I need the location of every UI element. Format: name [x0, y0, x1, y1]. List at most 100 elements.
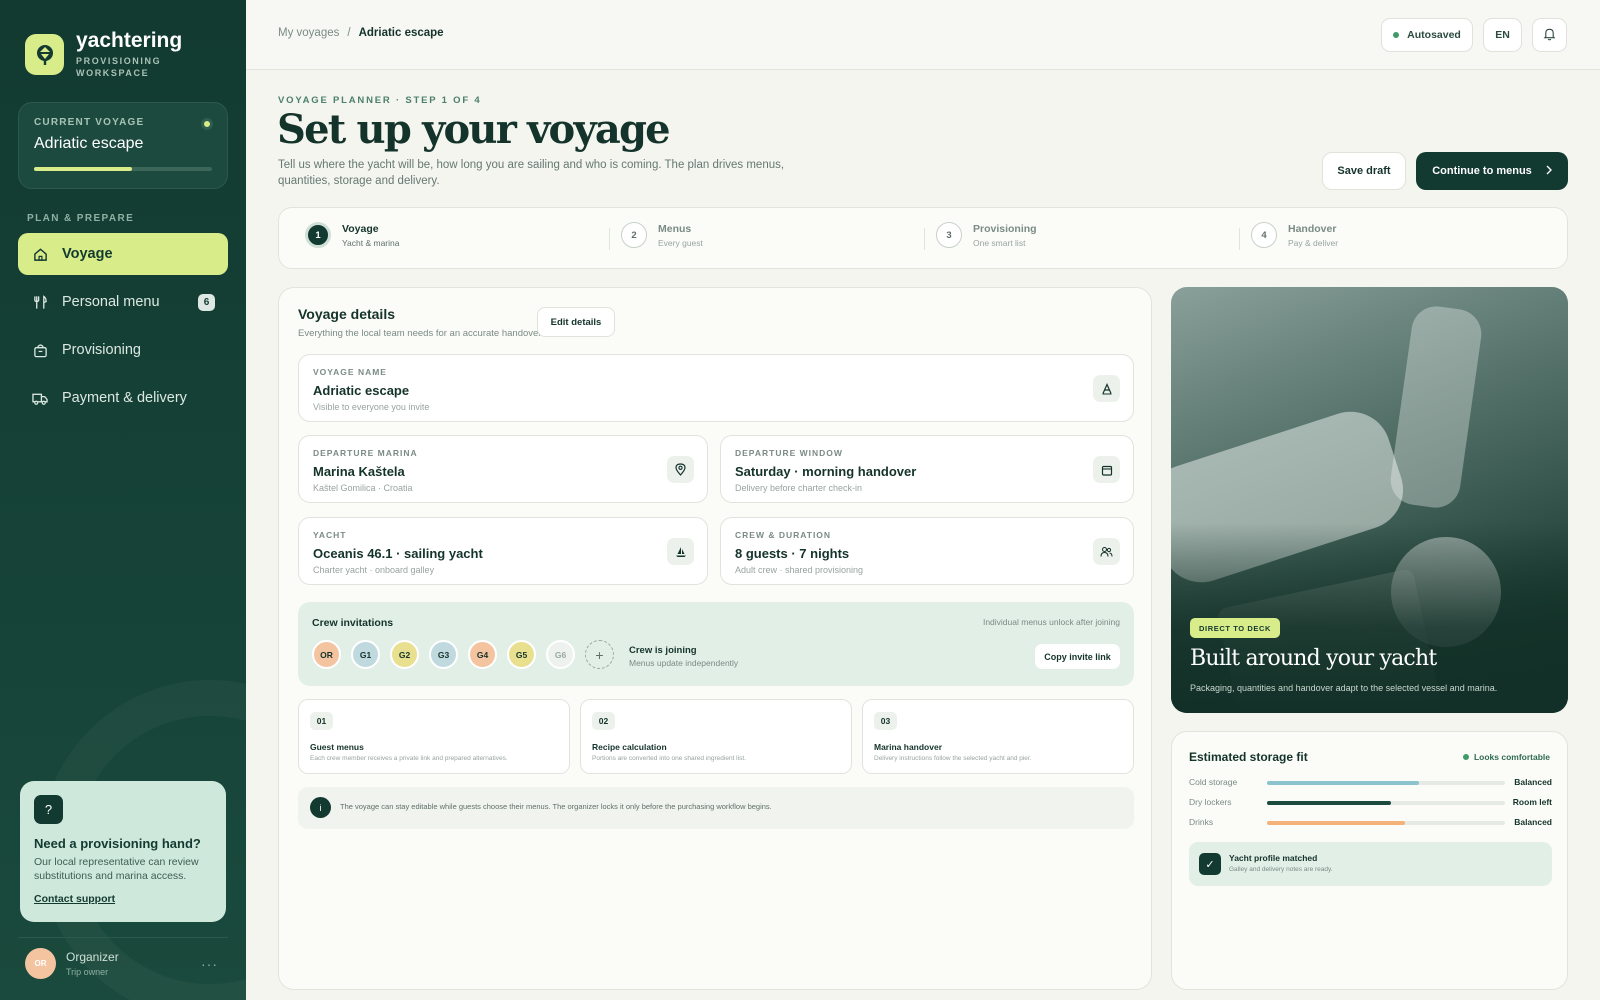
help-title: Need a provisioning hand?	[34, 836, 201, 851]
step-handover[interactable]: 4 Handover Pay & deliver	[1251, 222, 1338, 248]
step-progress: 1 Voyage Yacht & marina 2 Menus Every gues…	[278, 207, 1568, 269]
storage-bar-fill	[1267, 801, 1391, 805]
current-voyage-name: Adriatic escape	[34, 135, 144, 152]
chevron-right-icon	[1546, 165, 1552, 178]
step-voyage[interactable]: 1 Voyage Yacht & marina	[305, 222, 399, 248]
storage-bar	[1267, 821, 1505, 825]
crew-avatar-g4[interactable]: G4	[468, 640, 497, 669]
departure-window-field[interactable]: DEPARTURE WINDOW Saturday · morning hand…	[720, 435, 1134, 503]
feature-number: 02	[592, 712, 615, 730]
breadcrumb-item-my-voyages[interactable]: My voyages	[278, 27, 339, 39]
crew-joining-title: Crew is joining	[629, 645, 697, 656]
autosaved-status: Autosaved	[1381, 18, 1473, 52]
autosave-dot-icon	[1393, 32, 1400, 38]
field-label: YACHT	[313, 530, 347, 540]
field-value: 8 guests · 7 nights	[735, 546, 850, 561]
storage-row-label: Dry lockers	[1189, 797, 1232, 807]
brand[interactable]: yachtering PROVISIONING WORKSPACE	[25, 30, 182, 79]
truck-icon	[32, 390, 48, 406]
page-eyebrow: VOYAGE PLANNER · STEP 1 OF 4	[278, 95, 482, 106]
crew-avatar-or[interactable]: OR	[312, 640, 341, 669]
storage-row-cold: Cold storage Balanced	[1189, 777, 1552, 789]
current-voyage-progress	[34, 167, 212, 171]
field-hint: Delivery before charter check-in	[735, 483, 863, 493]
breadcrumb: My voyages / Adriatic escape	[278, 27, 444, 39]
voyage-details-card: Voyage details Everything the local team…	[278, 287, 1152, 990]
crew-avatar-g2[interactable]: G2	[390, 640, 419, 669]
page-title: Set up your voyage	[277, 106, 671, 153]
page-description: Tell us where the yacht will be, how lon…	[278, 159, 785, 187]
notifications-button[interactable]	[1532, 18, 1567, 52]
top-bar: My voyages / Adriatic escape Autosaved E…	[246, 0, 1600, 70]
sidebar-item-payment-delivery[interactable]: Payment & delivery	[18, 377, 228, 419]
yacht-field[interactable]: YACHT Oceanis 46.1 · sailing yacht Chart…	[298, 517, 708, 585]
help-text: Our local representative can review subs…	[34, 856, 199, 882]
field-hint: Visible to everyone you invite	[313, 402, 430, 412]
crew-invitations-title: Crew invitations	[312, 617, 394, 629]
crew-avatar-g3[interactable]: G3	[429, 640, 458, 669]
storage-fit-card: Estimated storage fit Looks comfortable …	[1171, 731, 1568, 990]
brand-subtitle-line1: PROVISIONING	[76, 56, 162, 66]
autosaved-label: Autosaved	[1407, 29, 1461, 41]
sidebar-item-personal-menu[interactable]: Personal menu 6	[18, 281, 228, 323]
crew-duration-field[interactable]: CREW & DURATION 8 guests · 7 nights Adul…	[720, 517, 1134, 585]
yacht-profile-matched: ✓ Yacht profile matched Galley and deliv…	[1189, 842, 1552, 886]
bag-icon	[32, 342, 48, 358]
step-provisioning[interactable]: 3 Provisioning One smart list	[936, 222, 1037, 248]
current-voyage-card[interactable]: CURRENT VOYAGE Adriatic escape	[18, 102, 228, 189]
language-button[interactable]: EN	[1483, 18, 1522, 52]
sidebar-item-voyage[interactable]: Voyage	[18, 233, 228, 275]
storage-row-value: Room left	[1512, 797, 1552, 807]
crew-joining-subtitle: Menus update independently	[629, 658, 739, 668]
storage-bar-fill	[1267, 821, 1406, 825]
pin-icon	[667, 456, 694, 483]
add-crew-button[interactable]: +	[585, 640, 614, 669]
step-menus[interactable]: 2 Menus Every guest	[621, 222, 703, 248]
storage-row-value: Balanced	[1514, 817, 1552, 827]
sidebar-item-label: Voyage	[62, 246, 113, 262]
more-options-icon[interactable]: ···	[201, 956, 218, 972]
voyage-name-field[interactable]: VOYAGE NAME Adriatic escape Visible to e…	[298, 354, 1134, 422]
status-dot-icon	[1462, 754, 1469, 760]
question-icon: ?	[34, 795, 63, 824]
sidebar-item-provisioning[interactable]: Provisioning	[18, 329, 228, 371]
edit-details-button[interactable]: Edit details	[537, 307, 615, 337]
storage-row-drinks: Drinks Balanced	[1189, 817, 1552, 829]
field-value: Adriatic escape	[313, 383, 410, 398]
current-voyage-progress-fill	[34, 167, 132, 171]
field-label: DEPARTURE WINDOW	[735, 448, 843, 458]
info-icon: i	[310, 797, 331, 818]
field-label: VOYAGE NAME	[313, 367, 387, 377]
departure-marina-field[interactable]: DEPARTURE MARINA Marina Kaštela Kaštel G…	[298, 435, 708, 503]
sidebar-item-label: Payment & delivery	[62, 390, 187, 406]
save-draft-button[interactable]: Save draft	[1322, 152, 1406, 190]
sidebar: yachtering PROVISIONING WORKSPACE CURREN…	[0, 0, 246, 1000]
storage-bar-fill	[1267, 781, 1420, 785]
field-value: Marina Kaštela	[313, 464, 405, 479]
crew-avatar-g6[interactable]: G6	[546, 640, 575, 669]
step-divider	[924, 228, 925, 250]
feature-text: Each crew member receives a private link…	[310, 755, 508, 762]
contact-support-link[interactable]: Contact support	[34, 893, 115, 905]
user-profile[interactable]: OR Organizer Trip owner ···	[18, 937, 228, 989]
photo-shape	[1387, 303, 1485, 511]
storage-status-label: Looks comfortable	[1473, 752, 1550, 762]
user-role: Trip owner	[66, 967, 109, 977]
copy-invite-link-button[interactable]: Copy invite link	[1035, 644, 1120, 669]
field-hint: Kaštel Gomilica · Croatia	[313, 483, 413, 493]
crew-avatar-g1[interactable]: G1	[351, 640, 380, 669]
crew-avatar-g5[interactable]: G5	[507, 640, 536, 669]
feature-text: Delivery instructions follow the selecte…	[874, 755, 1032, 762]
field-value: Saturday · morning handover	[735, 464, 917, 479]
breadcrumb-separator: /	[347, 27, 351, 39]
breadcrumb-item-current: Adriatic escape	[358, 27, 444, 39]
yacht-photo-card: DIRECT TO DECK Built around your yacht P…	[1171, 287, 1568, 713]
field-label: CREW & DURATION	[735, 530, 832, 540]
home-icon	[32, 246, 48, 262]
step-title: Handover	[1288, 222, 1337, 235]
feature-title: Recipe calculation	[592, 742, 667, 752]
sailboat-icon	[667, 538, 694, 565]
bell-icon	[1543, 27, 1556, 44]
continue-to-menus-button[interactable]: Continue to menus	[1416, 152, 1568, 190]
feature-card-recipe-calculation: 02 Recipe calculation Portions are conve…	[580, 699, 852, 774]
